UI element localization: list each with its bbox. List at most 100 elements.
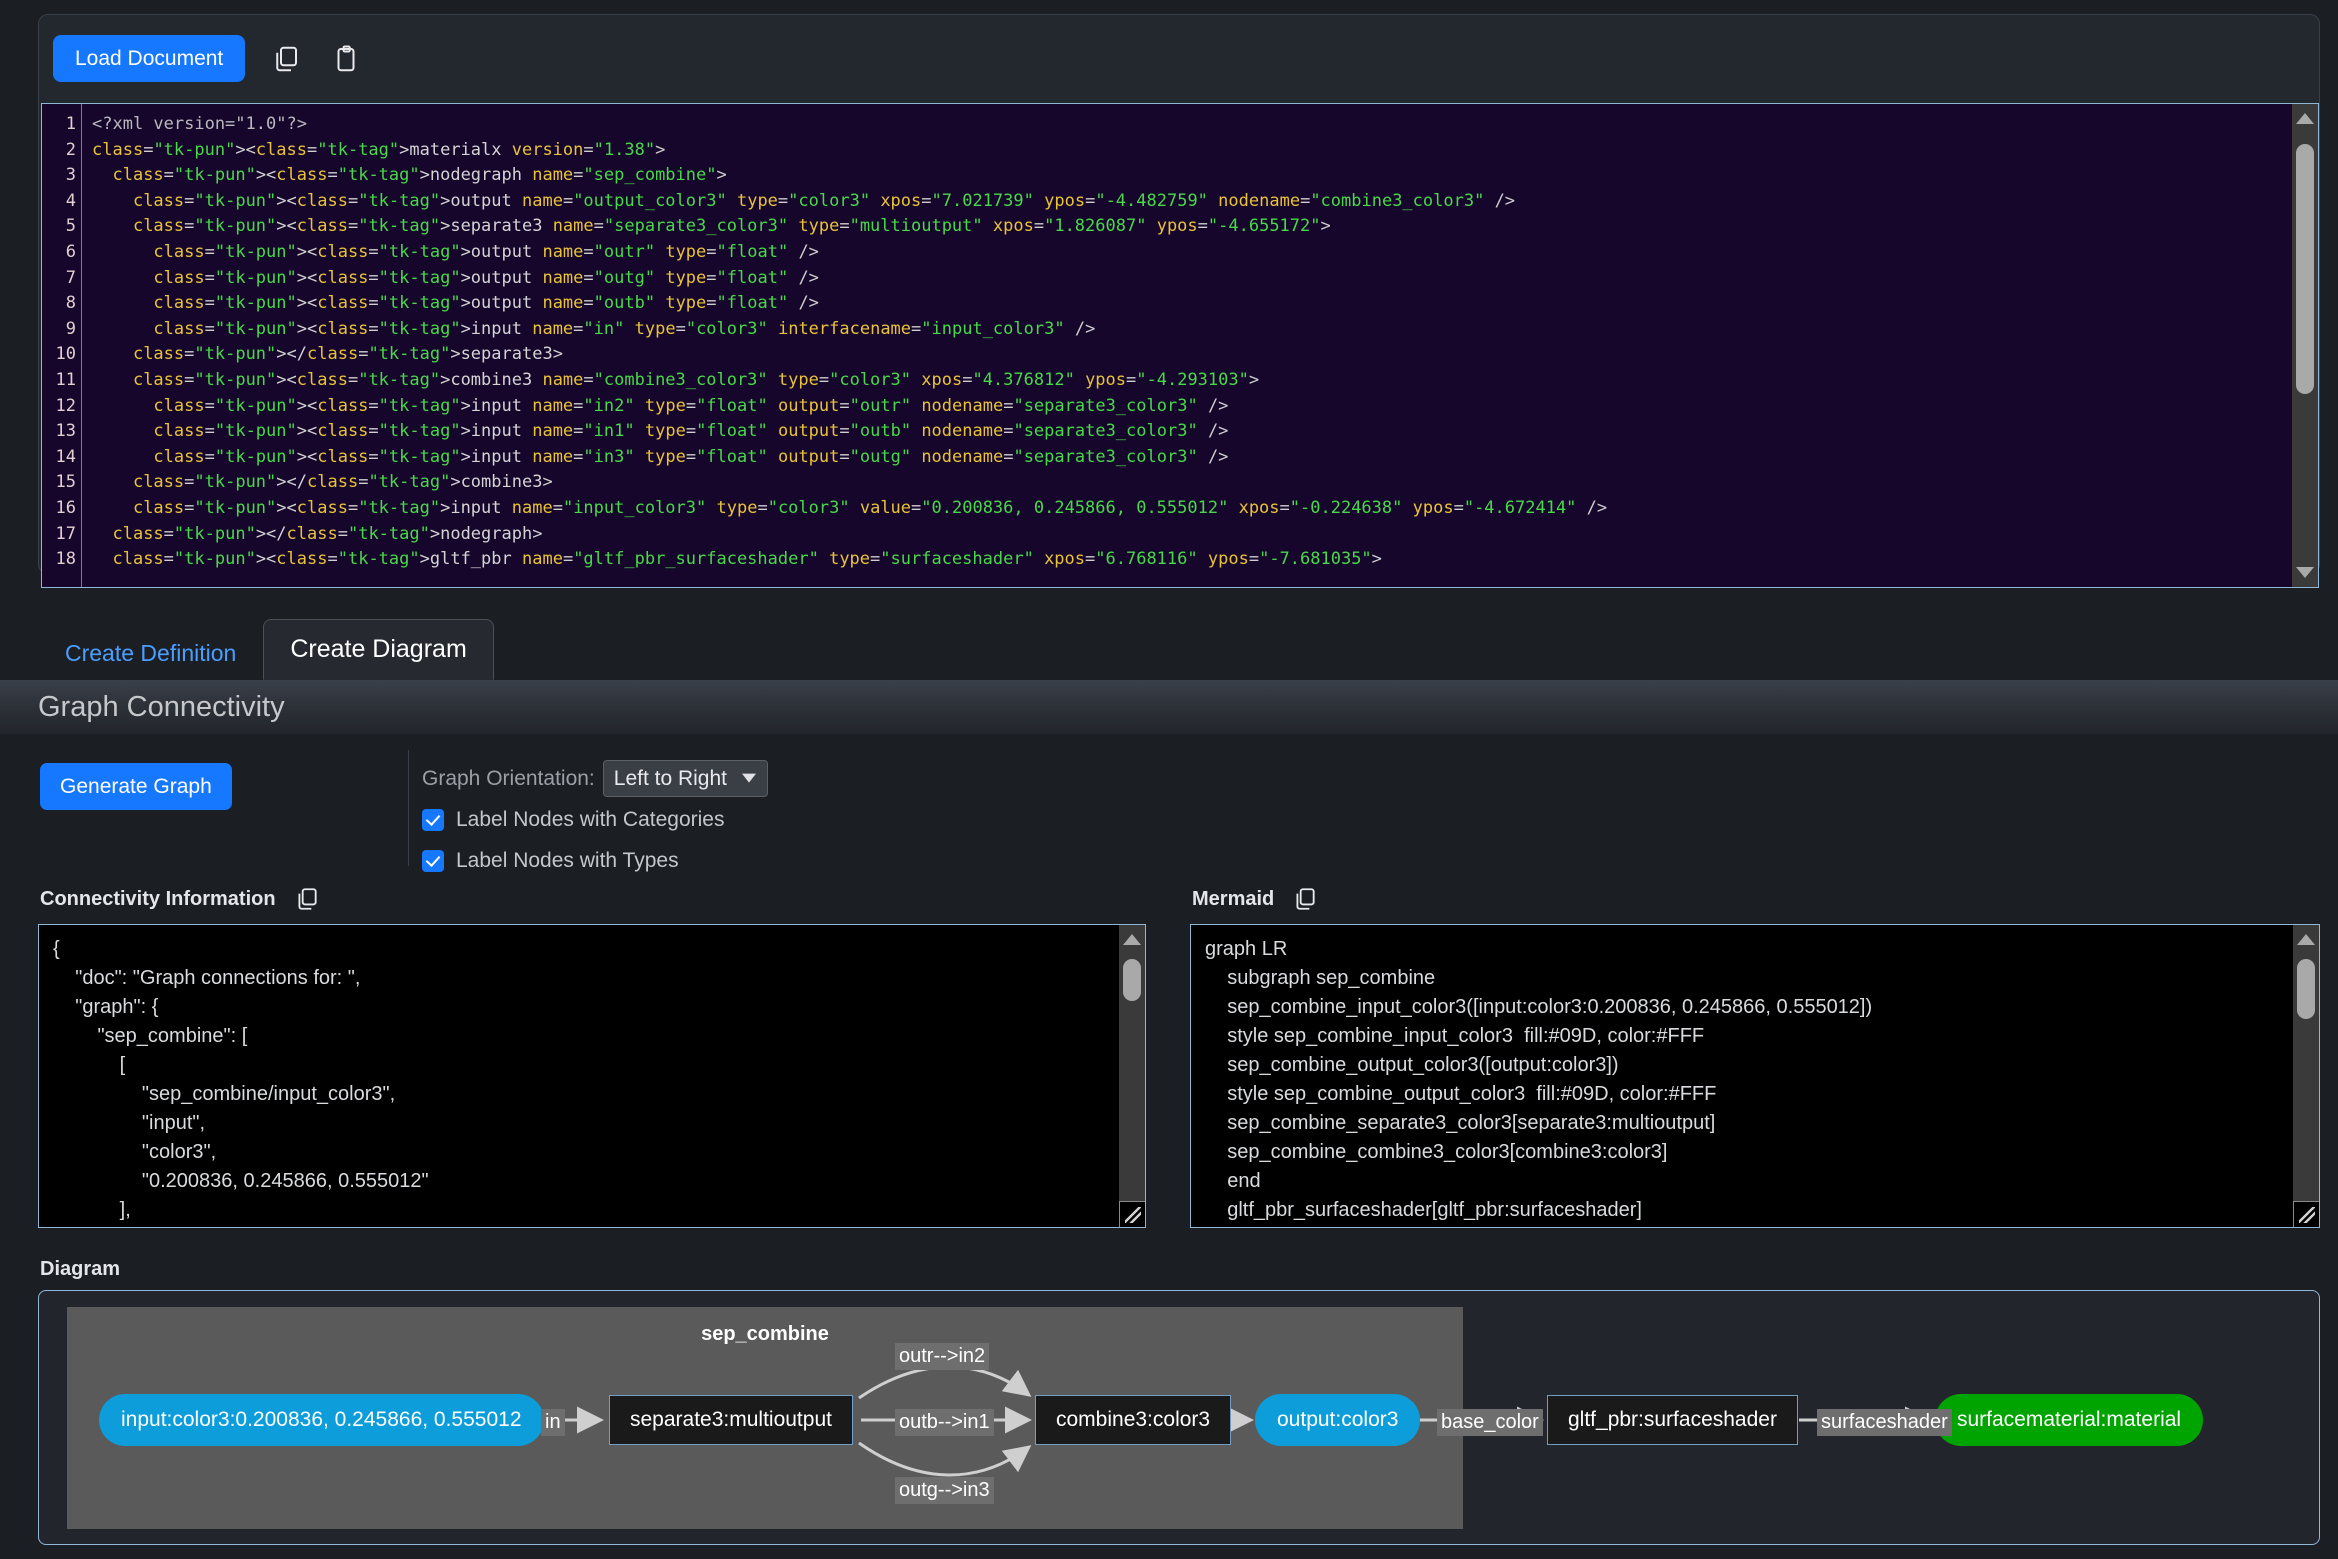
code-line: class="tk-pun"><class="tk-tag">materialx… — [92, 139, 666, 160]
line-number: 14 — [55, 446, 76, 467]
code-line: class="tk-pun"><class="tk-tag">output na… — [153, 241, 819, 262]
code-line: class="tk-pun"><class="tk-tag">input nam… — [153, 446, 1229, 467]
diagram-edge-label-base-color: base_color — [1437, 1409, 1543, 1436]
scroll-up-arrow-icon[interactable] — [1123, 934, 1141, 945]
paste-icon[interactable] — [327, 42, 365, 76]
diagram-node-separate3[interactable]: separate3:multioutput — [609, 1395, 853, 1445]
line-number: 13 — [55, 421, 76, 442]
scroll-up-arrow-icon[interactable] — [2297, 934, 2315, 945]
mermaid-scroll-thumb[interactable] — [2297, 959, 2315, 1019]
diagram-node-output[interactable]: output:color3 — [1255, 1394, 1421, 1446]
diagram-node-gltf-pbr[interactable]: gltf_pbr:surfaceshader — [1547, 1395, 1798, 1445]
code-line: class="tk-pun"><class="tk-tag">nodegraph… — [112, 165, 727, 186]
line-number: 16 — [55, 497, 76, 518]
graph-orientation-select[interactable]: Left to Right — [602, 760, 768, 798]
connectivity-information-text[interactable]: { "doc": "Graph connections for: ", "gra… — [39, 925, 1119, 1227]
diagram-label: Diagram — [40, 1258, 121, 1280]
code-line: <?xml version="1.0"?> — [92, 114, 307, 134]
diagram-edge-label-outb-in1: outb-->in1 — [895, 1409, 994, 1436]
code-line: class="tk-pun"><class="tk-tag">output na… — [132, 190, 1516, 211]
connectivity-scroll-thumb[interactable] — [1123, 959, 1141, 1001]
diagram-node-input[interactable]: input:color3:0.200836, 0.245866, 0.55501… — [99, 1394, 544, 1446]
copy-icon[interactable] — [267, 42, 305, 76]
line-number: 1 — [65, 114, 76, 134]
line-number: 15 — [55, 472, 76, 493]
line-number: 4 — [65, 190, 76, 211]
line-number: 7 — [65, 267, 76, 288]
diagram-node-combine3[interactable]: combine3:color3 — [1035, 1395, 1232, 1445]
orientation-row: Graph Orientation: Left to Right — [422, 760, 768, 798]
tab-create-diagram[interactable]: Create Diagram — [263, 619, 494, 680]
diagram-edge-label-outr-in2: outr-->in2 — [895, 1343, 990, 1370]
code-line: class="tk-pun"></class="tk-tag">separate… — [132, 344, 563, 365]
line-number: 9 — [65, 318, 76, 339]
scroll-up-arrow-icon[interactable] — [2296, 113, 2314, 124]
mermaid-textarea[interactable]: graph LR subgraph sep_combine sep_combin… — [1190, 924, 2320, 1228]
line-number: 5 — [65, 216, 76, 237]
line-number: 6 — [65, 241, 76, 262]
editor-scroll-thumb[interactable] — [2296, 144, 2314, 394]
scroll-down-arrow-icon[interactable] — [2296, 567, 2314, 578]
connectivity-vertical-scrollbar[interactable] — [1119, 925, 1145, 1227]
line-number: 11 — [55, 369, 76, 390]
code-content[interactable]: <?xml version="1.0"?> class="tk-pun"><cla… — [82, 104, 2292, 587]
line-number: 12 — [55, 395, 76, 416]
checkbox-row-categories[interactable]: Label Nodes with Categories — [422, 808, 725, 832]
diagram-edge-label-surfaceshader: surfaceshader — [1817, 1409, 1952, 1436]
line-number: 8 — [65, 293, 76, 314]
connectivity-scroll-track[interactable] — [1119, 945, 1145, 1207]
connectivity-information-header: Connectivity Information — [40, 884, 324, 914]
code-line: class="tk-pun"></class="tk-tag">combine3… — [132, 472, 553, 493]
diagram-edge-label-outg-in3: outg-->in3 — [895, 1477, 994, 1504]
tab-create-definition[interactable]: Create Definition — [38, 627, 263, 680]
chevron-down-icon — [742, 773, 756, 783]
app-root: Load Document 1 2 3 4 5 6 7 8 9 10 11 12 13 14 15 16 17 1… — [0, 0, 2338, 1559]
section-header: Graph Connectivity — [0, 680, 2338, 734]
code-line: class="tk-pun"></class="tk-tag">nodegrap… — [112, 523, 543, 544]
code-line: class="tk-pun"><class="tk-tag">output na… — [153, 293, 819, 314]
mermaid-text[interactable]: graph LR subgraph sep_combine sep_combin… — [1191, 925, 2293, 1227]
code-line: class="tk-pun"><class="tk-tag">gltf_pbr … — [112, 549, 1382, 570]
connectivity-resize-handle[interactable] — [1119, 1201, 1145, 1227]
generate-graph-button[interactable]: Generate Graph — [40, 763, 232, 810]
mermaid-resize-handle[interactable] — [2293, 1201, 2319, 1227]
editor-vertical-scrollbar[interactable] — [2292, 104, 2318, 587]
diagram-canvas[interactable]: sep_combine input:color3:0.200836, 0.245… — [38, 1290, 2320, 1545]
mermaid-scroll-track[interactable] — [2293, 945, 2319, 1207]
code-line: class="tk-pun"><class="tk-tag">combine3 … — [132, 369, 1260, 390]
load-document-button[interactable]: Load Document — [53, 35, 246, 82]
line-number: 17 — [55, 523, 76, 544]
xml-code-editor[interactable]: 1 2 3 4 5 6 7 8 9 10 11 12 13 14 15 16 17 18 <?xml versio… — [41, 103, 2319, 588]
label-nodes-with-categories-label: Label Nodes with Categories — [456, 808, 725, 831]
line-number: 18 — [55, 549, 76, 570]
mermaid-label: Mermaid — [1192, 887, 1275, 910]
code-line: class="tk-pun"><class="tk-tag">output na… — [153, 267, 819, 288]
editor-scroll-track[interactable] — [2292, 124, 2318, 567]
code-line: class="tk-pun"><class="tk-tag">input nam… — [153, 318, 1096, 339]
copy-icon[interactable] — [290, 884, 324, 914]
line-number: 10 — [55, 344, 76, 365]
diagram-subgraph-title: sep_combine — [701, 1323, 829, 1345]
editor-toolbar: Load Document — [53, 35, 365, 82]
diagram-node-surfacematerial[interactable]: surfacematerial:material — [1935, 1394, 2204, 1446]
mermaid-vertical-scrollbar[interactable] — [2293, 925, 2319, 1227]
page-title: Graph Connectivity — [38, 690, 285, 723]
code-line: class="tk-pun"><class="tk-tag">input nam… — [132, 497, 1608, 518]
diagram-edge-label-in: in — [541, 1409, 565, 1436]
code-line: class="tk-pun"><class="tk-tag">input nam… — [153, 395, 1229, 416]
mermaid-header: Mermaid — [1192, 884, 1322, 914]
copy-icon[interactable] — [1288, 884, 1322, 914]
graph-controls: Generate Graph Graph Orientation: Left t… — [0, 750, 2338, 873]
connectivity-information-textarea[interactable]: { "doc": "Graph connections for: ", "gra… — [38, 924, 1146, 1228]
code-line: class="tk-pun"><class="tk-tag">separate3… — [132, 216, 1331, 237]
line-number: 3 — [65, 165, 76, 186]
line-number-gutter: 1 2 3 4 5 6 7 8 9 10 11 12 13 14 15 16 17 18 — [42, 104, 82, 587]
label-nodes-with-types-checkbox[interactable] — [422, 850, 444, 872]
graph-orientation-value: Left to Right — [613, 767, 727, 790]
controls-divider — [408, 750, 409, 866]
code-line: class="tk-pun"><class="tk-tag">input nam… — [153, 421, 1229, 442]
connectivity-information-label: Connectivity Information — [40, 887, 276, 910]
line-number: 2 — [65, 139, 76, 160]
label-nodes-with-categories-checkbox[interactable] — [422, 809, 444, 831]
checkbox-row-types[interactable]: Label Nodes with Types — [422, 849, 679, 873]
